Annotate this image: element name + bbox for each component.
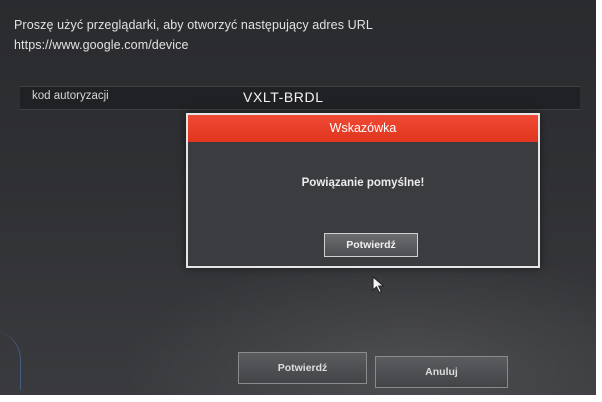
cancel-button[interactable]: Anuluj <box>375 356 508 388</box>
instruction-line: Proszę użyć przeglądarki, aby otworzyć n… <box>14 18 373 32</box>
auth-code-row: kod autoryzacji VXLT-BRDL <box>20 86 580 110</box>
confirm-button[interactable]: Potwierdź <box>238 352 367 384</box>
device-url: https://www.google.com/device <box>14 38 189 52</box>
hint-dialog: Wskazówka Powiązanie pomyślne! Potwierdź <box>186 113 540 268</box>
auth-code-label: kod autoryzacji <box>32 90 109 102</box>
instruction-text: Proszę użyć przeglądarki, aby otworzyć n… <box>14 15 574 55</box>
dialog-header: Wskazówka <box>188 115 538 142</box>
device-screen: Proszę użyć przeglądarki, aby otworzyć n… <box>0 0 596 395</box>
auth-code-value: VXLT-BRDL <box>243 89 324 105</box>
mouse-pointer-icon <box>372 276 385 294</box>
dialog-message: Powiązanie pomyślne! <box>301 177 425 189</box>
dialog-confirm-button[interactable]: Potwierdź <box>324 233 418 257</box>
dialog-title: Wskazówka <box>329 121 397 135</box>
photo-frame: Proszę użyć przeglądarki, aby otworzyć n… <box>0 0 602 402</box>
